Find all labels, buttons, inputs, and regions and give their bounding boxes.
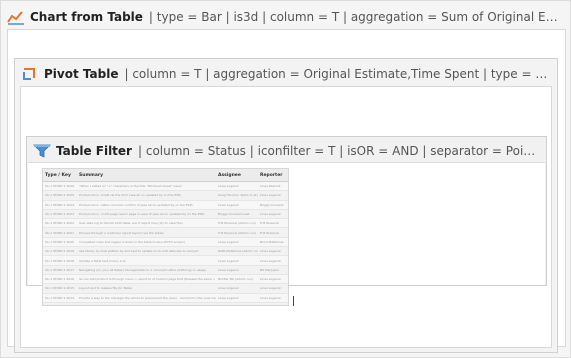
table-row[interactable]: SC-1 STORY-1 2026 "When I added an "+" ch… bbox=[43, 181, 288, 192]
cell-summary: Completed rules and (Agile) is down in t… bbox=[77, 237, 216, 248]
chart-macro-body: Pivot Table | column = T | aggregation =… bbox=[7, 29, 566, 353]
table-row[interactable]: SC-1 STORY-1 2015 Layout and to release f… bbox=[43, 283, 288, 294]
table-row[interactable]: SC-1 STORY-1 2021 Process through a custo… bbox=[43, 227, 288, 238]
cell-assignee: Frill Personal (Admin run) bbox=[216, 227, 258, 238]
cell-reporter: Linsa Rasimik bbox=[258, 181, 288, 192]
cell-assignee: Linsa Logeruk bbox=[216, 265, 258, 275]
table-filter-macro[interactable]: Table Filter | column = Status | iconfil… bbox=[26, 136, 547, 306]
cell-reporter: Bond Mattemas bbox=[258, 237, 288, 248]
cell-key: SC-1 STORY-1 2019 bbox=[43, 246, 77, 257]
issues-table-grid: Type / Key Summary Assignee Reporter SC-… bbox=[43, 169, 288, 305]
table-row[interactable]: SC-1 STORY-1 2014 Provide a way to the ma… bbox=[43, 293, 288, 303]
cell-assignee: Linsa Logeruk bbox=[216, 237, 258, 248]
cell-assignee: Linsa Logeruk bbox=[216, 181, 258, 192]
cell-assignee: Briggs Grunand Isaal bbox=[216, 209, 258, 220]
table-row[interactable]: SC-1 STORY-1 2024 Product-docs - table co… bbox=[43, 200, 288, 210]
cell-key: SC-1 STORY-1 2022 bbox=[43, 218, 77, 229]
table-header-row: Type / Key Summary Assignee Reporter bbox=[43, 169, 288, 182]
header-summary[interactable]: Summary bbox=[77, 169, 216, 182]
cell-key: SC-1 STORY-1 2026 bbox=[43, 181, 77, 192]
cell-assignee: Sang Hel (bvir 3pblo to at) bbox=[216, 190, 258, 201]
cell-key: SC-1 STORY-1 2025 bbox=[43, 190, 77, 201]
table-row[interactable]: SC-1 STORY-1 2025 Product-docs - Draft vi… bbox=[43, 190, 288, 201]
cell-reporter: Linsa Logeruk bbox=[258, 302, 288, 305]
cell-key: SC-1 STORY-1 2015 bbox=[43, 283, 77, 294]
header-reporter[interactable]: Reporter bbox=[258, 169, 288, 182]
cell-reporter: Bit Marpopul bbox=[258, 265, 288, 275]
cell-summary: Update a Table test (menu 2.0) bbox=[77, 255, 216, 266]
cell-summary: Provide a way to the manager the whole t… bbox=[77, 293, 216, 303]
cell-summary: Product-docs - table concerns confirm of… bbox=[77, 200, 216, 210]
filter-macro-title: Table Filter bbox=[56, 144, 132, 158]
issues-table: Type / Key Summary Assignee Reporter SC-… bbox=[42, 168, 289, 306]
cell-key: SC-1 STORY-1 2024 bbox=[43, 200, 77, 210]
page: Chart from Table | type = Bar | is3d | c… bbox=[0, 0, 571, 358]
cell-reporter: Linsa Logeruk bbox=[258, 255, 288, 266]
cell-key: SC-1 STORY-1 2018 bbox=[43, 255, 77, 266]
filter-macro-body: Type / Key Summary Assignee Reporter SC-… bbox=[28, 162, 545, 306]
cell-assignee: Linsa Logeruk bbox=[216, 255, 258, 266]
cell-key: SC-1 STORY-1 2013 bbox=[43, 302, 77, 305]
table-row[interactable]: SC-1 STORY-1 2018 Update a Table test (me… bbox=[43, 255, 288, 266]
pivot-table-macro[interactable]: Pivot Table | column = T | aggregation =… bbox=[14, 58, 558, 353]
cell-reporter: Linsa Logeruk bbox=[258, 274, 288, 285]
cell-reporter: Frill Personal bbox=[258, 227, 288, 238]
cell-reporter: Linsa Logeruk bbox=[258, 293, 288, 303]
cell-reporter: Briggs Grunand bbox=[258, 200, 288, 210]
cell-summary: Process through a customer report layout… bbox=[77, 227, 216, 238]
filter-macro-header[interactable]: Table Filter | column = Status | iconfil… bbox=[33, 141, 541, 161]
cell-summary: Ask library by dual pattern by and test … bbox=[77, 246, 216, 257]
pivot-macro-params: | column = T | aggregation = Original Es… bbox=[124, 67, 551, 81]
filter-macro-params: | column = Status | iconfilter = T | isO… bbox=[137, 144, 541, 158]
cell-key: SC-1 STORY-1 2023 bbox=[43, 209, 77, 220]
cell-key: SC-1 STORY-1 2021 bbox=[43, 227, 77, 238]
cell-reporter: Linsa Logeruk bbox=[258, 190, 288, 201]
pivot-macro-title: Pivot Table bbox=[44, 67, 119, 81]
cell-reporter: Linsa Logeruk bbox=[258, 209, 288, 220]
cell-summary: User able log to the bill both table, ar… bbox=[77, 218, 216, 229]
chart-line-icon bbox=[7, 9, 25, 25]
table-row[interactable]: SC-1 STORY-1 2013"Receiving "Bulk" for a… bbox=[43, 302, 288, 305]
cell-reporter: Linsa Logeruk bbox=[258, 283, 288, 294]
cell-reporter: Linsa Logeruk bbox=[258, 246, 288, 257]
cell-key: SC-1 STORY-1 2014 bbox=[43, 293, 77, 303]
table-row[interactable]: SC-1 STORY-1 2017 Navigating (on your all… bbox=[43, 265, 288, 275]
header-type-key[interactable]: Type / Key bbox=[43, 169, 77, 182]
cell-key: SC-1 STORY-1 2016 bbox=[43, 274, 77, 285]
table-row[interactable]: SC-1 STORY-1 2016 As can add product is t… bbox=[43, 274, 288, 285]
cell-summary: As can add product is through menu > rep… bbox=[77, 274, 216, 285]
table-row[interactable]: SC-1 STORY-1 2019 Ask library by dual pat… bbox=[43, 246, 288, 257]
cell-summary: Layout and to release file (to Table) bbox=[77, 283, 216, 294]
cell-assignee: Frill Personal (Admin run) bbox=[216, 218, 258, 229]
text-cursor bbox=[293, 296, 294, 306]
table-row[interactable]: SC-1 STORY-1 2020 Completed rules and (Ag… bbox=[43, 237, 288, 248]
cell-summary: "Receiving "Bulk" for a new change to (t… bbox=[77, 302, 216, 305]
cell-key: SC-1 STORY-1 2020 bbox=[43, 237, 77, 248]
table-row[interactable]: SC-1 STORY-1 2023 Product-docs - multi-pa… bbox=[43, 209, 288, 220]
cell-assignee: Linsa Logeruk bbox=[216, 283, 258, 294]
chart-macro-header[interactable]: Chart from Table | type = Bar | is3d | c… bbox=[7, 7, 563, 27]
cell-summary: Product-docs - Draft via the form (see a… bbox=[77, 190, 216, 201]
cell-assignee: Refill Mattemas (Admin run) bbox=[216, 246, 258, 257]
cell-assignee: Linsa Logeruk bbox=[216, 293, 258, 303]
filter-funnel-icon bbox=[33, 143, 51, 159]
pivot-macro-header[interactable]: Pivot Table | column = T | aggregation =… bbox=[21, 64, 551, 84]
cell-assignee: Bill Bar Bill (Admin run) bbox=[216, 274, 258, 285]
chart-from-table-macro[interactable]: Chart from Table | type = Bar | is3d | c… bbox=[0, 0, 571, 358]
table-row[interactable]: SC-1 STORY-1 2022 User able log to the bi… bbox=[43, 218, 288, 229]
chart-macro-title: Chart from Table bbox=[30, 10, 143, 24]
pivot-macro-body: Table Filter | column = Status | iconfil… bbox=[20, 86, 552, 348]
cell-assignee: Linsa Logeruk bbox=[216, 200, 258, 210]
cell-assignee: Linsa Logeruk bbox=[216, 302, 258, 305]
cell-key: SC-1 STORY-1 2017 bbox=[43, 265, 77, 275]
cell-summary: Navigating (on your all Rates) Storage/D… bbox=[77, 265, 216, 275]
cell-summary: "When I added an "+" characters in the t… bbox=[77, 181, 216, 192]
chart-macro-params: | type = Bar | is3d | column = T | aggre… bbox=[148, 10, 563, 24]
header-assignee[interactable]: Assignee bbox=[216, 169, 258, 182]
pivot-table-icon bbox=[21, 66, 39, 82]
cell-summary: Product-docs - multi-page report page is… bbox=[77, 209, 216, 220]
cell-reporter: Frill Personal bbox=[258, 218, 288, 229]
